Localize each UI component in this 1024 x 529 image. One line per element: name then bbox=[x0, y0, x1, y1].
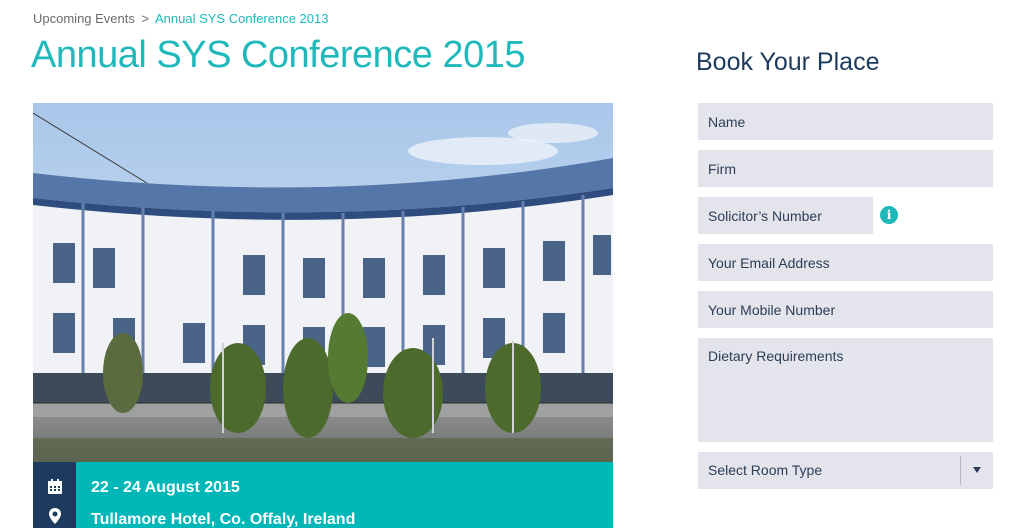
select-divider bbox=[960, 456, 961, 485]
firm-field[interactable] bbox=[698, 150, 993, 187]
info-icon[interactable]: i bbox=[880, 206, 898, 224]
event-dates: 22 - 24 August 2015 bbox=[91, 479, 240, 496]
event-info-icons bbox=[33, 462, 76, 528]
map-pin-icon bbox=[49, 508, 61, 524]
room-type-select-value: Select Room Type bbox=[708, 462, 823, 478]
name-field[interactable] bbox=[698, 103, 993, 140]
breadcrumb-parent-link[interactable]: Upcoming Events bbox=[33, 11, 135, 26]
page-title: Annual SYS Conference 2015 bbox=[31, 34, 526, 76]
hotel-photo bbox=[33, 103, 613, 462]
mobile-field[interactable] bbox=[698, 291, 993, 328]
booking-title: Book Your Place bbox=[696, 48, 880, 76]
breadcrumb: Upcoming Events > Annual SYS Conference … bbox=[33, 11, 328, 26]
breadcrumb-separator: > bbox=[141, 11, 150, 26]
event-location: Tullamore Hotel, Co. Offaly, Ireland bbox=[91, 511, 356, 528]
event-info-strip: 22 - 24 August 2015 Tullamore Hotel, Co.… bbox=[33, 462, 613, 528]
email-field[interactable] bbox=[698, 244, 993, 281]
chevron-down-icon bbox=[973, 467, 981, 473]
room-type-select[interactable]: Select Room Type bbox=[698, 452, 993, 489]
calendar-icon bbox=[48, 479, 62, 494]
breadcrumb-current-link[interactable]: Annual SYS Conference 2013 bbox=[155, 11, 328, 26]
solicitor-number-field[interactable] bbox=[698, 197, 873, 234]
dietary-requirements-field[interactable] bbox=[698, 338, 993, 442]
